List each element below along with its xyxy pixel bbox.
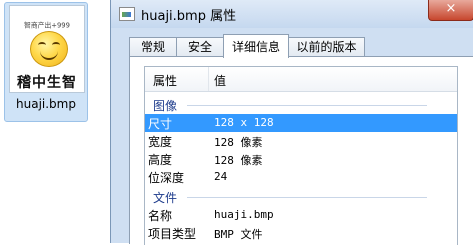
group-label: 图像 <box>153 99 178 113</box>
detail-value: 128 像素 <box>214 136 263 149</box>
detail-row-item-type[interactable]: 项目类型 BMP 文件 <box>145 224 457 242</box>
file-name-label: huaji.bmp <box>16 97 76 111</box>
detail-key: 项目类型 <box>148 227 197 241</box>
title-bar[interactable]: huaji.bmp 属性 × <box>111 0 473 28</box>
detail-value: 128 像素 <box>214 154 263 167</box>
detail-key: 高度 <box>148 153 173 167</box>
thumbnail-caption: 稽中生智 <box>17 75 77 91</box>
group-divider <box>187 105 427 106</box>
tab-previous-versions[interactable]: 以前的版本 <box>288 37 365 57</box>
detail-value: BMP 文件 <box>214 228 263 241</box>
file-thumbnail: 智商产出+999 稽中生智 <box>9 5 85 93</box>
detail-row-name[interactable]: 名称 huaji.bmp <box>145 206 457 224</box>
list-header: 属性 值 <box>145 67 457 92</box>
smiley-face-icon <box>30 31 68 67</box>
detail-key: 宽度 <box>148 135 173 149</box>
image-file-icon <box>119 7 135 21</box>
detail-value: 24 <box>214 170 228 183</box>
detail-row-height[interactable]: 高度 128 像素 <box>145 150 457 168</box>
detail-value: 128 x 128 <box>214 116 274 129</box>
detail-row-bit-depth[interactable]: 位深度 24 <box>145 168 457 186</box>
properties-dialog: huaji.bmp 属性 × 常规 安全 详细信息 以前的版本 属性 值 图像 … <box>110 0 473 245</box>
group-image: 图像 <box>145 96 457 114</box>
group-file: 文件 <box>145 188 457 206</box>
group-label: 文件 <box>153 191 178 205</box>
detail-key: 名称 <box>148 209 173 223</box>
details-panel: 属性 值 图像 尺寸 128 x 128 宽度 128 像素 高度 128 像素 <box>129 56 473 245</box>
thumbnail-header-text: 智商产出+999 <box>24 21 70 30</box>
column-header-property[interactable]: 属性 <box>153 72 177 89</box>
detail-key: 尺寸 <box>148 117 173 131</box>
tab-details[interactable]: 详细信息 <box>223 34 289 58</box>
group-divider <box>187 197 427 198</box>
detail-value: huaji.bmp <box>214 208 274 221</box>
tab-security[interactable]: 安全 <box>176 37 224 57</box>
close-button[interactable]: × <box>428 0 473 21</box>
detail-key: 位深度 <box>148 171 185 185</box>
details-list: 属性 值 图像 尺寸 128 x 128 宽度 128 像素 高度 128 像素 <box>144 66 458 245</box>
dialog-title: huaji.bmp 属性 <box>141 9 237 24</box>
detail-row-dimensions[interactable]: 尺寸 128 x 128 <box>145 114 457 132</box>
detail-row-width[interactable]: 宽度 128 像素 <box>145 132 457 150</box>
desktop-file-item[interactable]: 智商产出+999 稽中生智 huaji.bmp <box>4 2 88 122</box>
tab-general[interactable]: 常规 <box>129 37 177 57</box>
column-header-value[interactable]: 值 <box>214 72 226 89</box>
